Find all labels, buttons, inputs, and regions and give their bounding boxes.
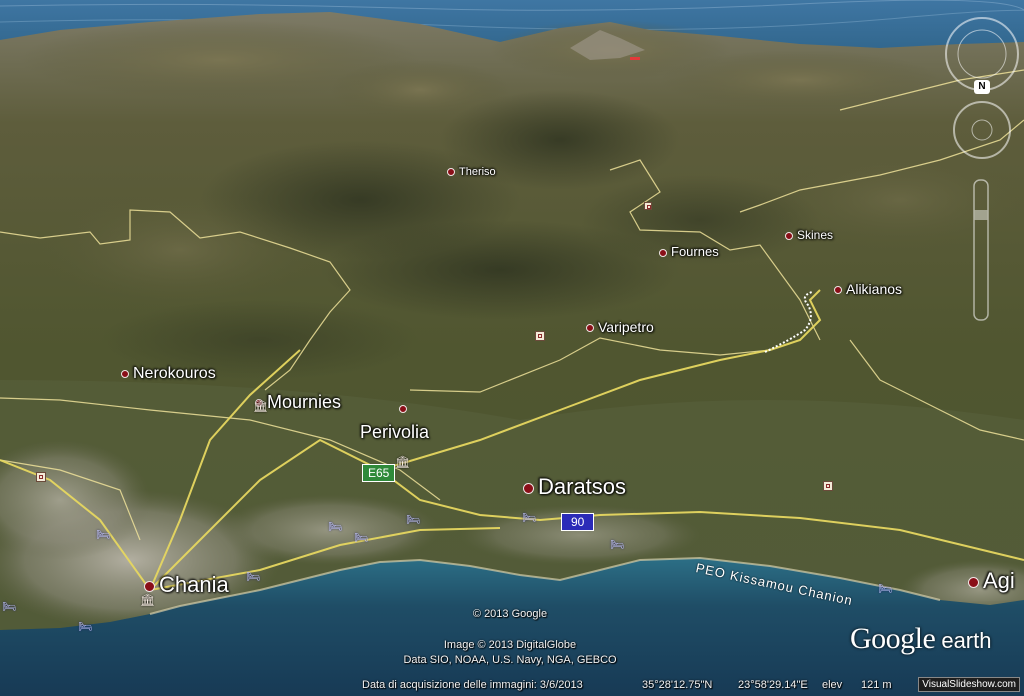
latitude-readout: 35°28'12.75"N xyxy=(642,679,713,691)
hotel-bed-icon[interactable]: 🛏 xyxy=(328,522,342,533)
place-marker-icon xyxy=(121,369,129,378)
hotel-bed-icon[interactable]: 🛏 xyxy=(78,622,92,633)
road-shield-e65[interactable]: E65 xyxy=(362,464,396,482)
place-label: Agi xyxy=(983,568,1015,593)
place-marker-icon xyxy=(785,231,793,240)
place-label: Theriso xyxy=(459,166,496,178)
hotel-bed-icon[interactable]: 🛏 xyxy=(406,515,420,526)
place-fournes[interactable]: Fournes xyxy=(659,244,719,259)
copyright-text: © 2013 Google xyxy=(472,608,548,620)
brand-google: Google xyxy=(850,622,936,655)
image-credit-text: Image © 2013 DigitalGlobe xyxy=(443,639,577,651)
place-varipetro[interactable]: Varipetro xyxy=(586,319,654,335)
hotel-bed-icon[interactable]: 🛏 xyxy=(246,572,260,583)
place-label: Daratsos xyxy=(538,474,627,499)
place-chania[interactable]: Chania xyxy=(144,572,229,598)
place-marker-icon xyxy=(968,576,979,588)
place-label: Perivolia xyxy=(360,422,430,442)
hotel-bed-icon[interactable]: 🛏 xyxy=(878,584,892,595)
place-label: Fournes xyxy=(671,244,719,259)
museum-icon[interactable]: 🏛 xyxy=(140,594,155,606)
place-marker-icon xyxy=(834,286,842,295)
poi-square-icon[interactable] xyxy=(644,202,652,210)
elevation-value: 121 m xyxy=(861,679,892,691)
hotel-bed-icon[interactable]: 🛏 xyxy=(2,602,16,613)
place-marker-icon xyxy=(144,580,155,592)
hotel-bed-icon[interactable]: 🛏 xyxy=(96,530,110,541)
elevation-label: elev xyxy=(822,679,843,691)
acquisition-date: Data di acquisizione delle immagini: 3/6… xyxy=(362,679,583,691)
place-marker-icon xyxy=(447,168,455,177)
place-label: Nerokouros xyxy=(133,365,216,382)
place-label: Chania xyxy=(159,572,229,597)
place-perivolia[interactable]: Perivolia xyxy=(360,422,429,443)
poi-square-icon[interactable] xyxy=(823,481,833,491)
brand-earth: earth xyxy=(941,628,992,653)
place-perivolia-marker[interactable] xyxy=(399,398,411,419)
place-label: Mournies xyxy=(267,392,342,412)
place-daratsos[interactable]: Daratsos xyxy=(523,474,626,500)
place-label: Alikianos xyxy=(846,281,903,297)
poi-square-icon[interactable] xyxy=(36,472,46,482)
place-skines[interactable]: Skines xyxy=(785,228,833,242)
museum-icon[interactable]: 🏛 xyxy=(253,400,268,412)
place-agi[interactable]: Agi xyxy=(968,568,1015,594)
hotel-bed-icon[interactable]: 🛏 xyxy=(610,540,624,551)
longitude-readout: 23°58'29.14"E xyxy=(738,679,808,691)
compass-north-icon[interactable]: N xyxy=(974,80,990,94)
google-earth-logo: Google earth xyxy=(850,622,991,656)
place-marker-icon xyxy=(523,482,534,494)
place-label: Varipetro xyxy=(598,319,654,335)
place-marker-icon xyxy=(659,248,667,257)
hotel-bed-icon[interactable]: 🛏 xyxy=(522,513,536,524)
museum-icon[interactable]: 🏛 xyxy=(395,456,410,468)
poi-square-icon[interactable] xyxy=(535,331,545,341)
watermark-badge[interactable]: VisualSlideshow.com xyxy=(918,677,1020,692)
place-marker-icon xyxy=(586,324,594,333)
data-credit-text: Data SIO, NOAA, U.S. Navy, NGA, GEBCO xyxy=(403,654,617,666)
place-theriso[interactable]: Theriso xyxy=(447,166,496,178)
hotel-bed-icon[interactable]: 🛏 xyxy=(354,533,368,544)
place-marker-icon xyxy=(399,405,407,414)
place-nerokouros[interactable]: Nerokouros xyxy=(121,365,216,383)
place-alikianos[interactable]: Alikianos xyxy=(834,281,902,297)
place-label: Skines xyxy=(797,228,834,242)
road-shield-90[interactable]: 90 xyxy=(561,513,595,531)
